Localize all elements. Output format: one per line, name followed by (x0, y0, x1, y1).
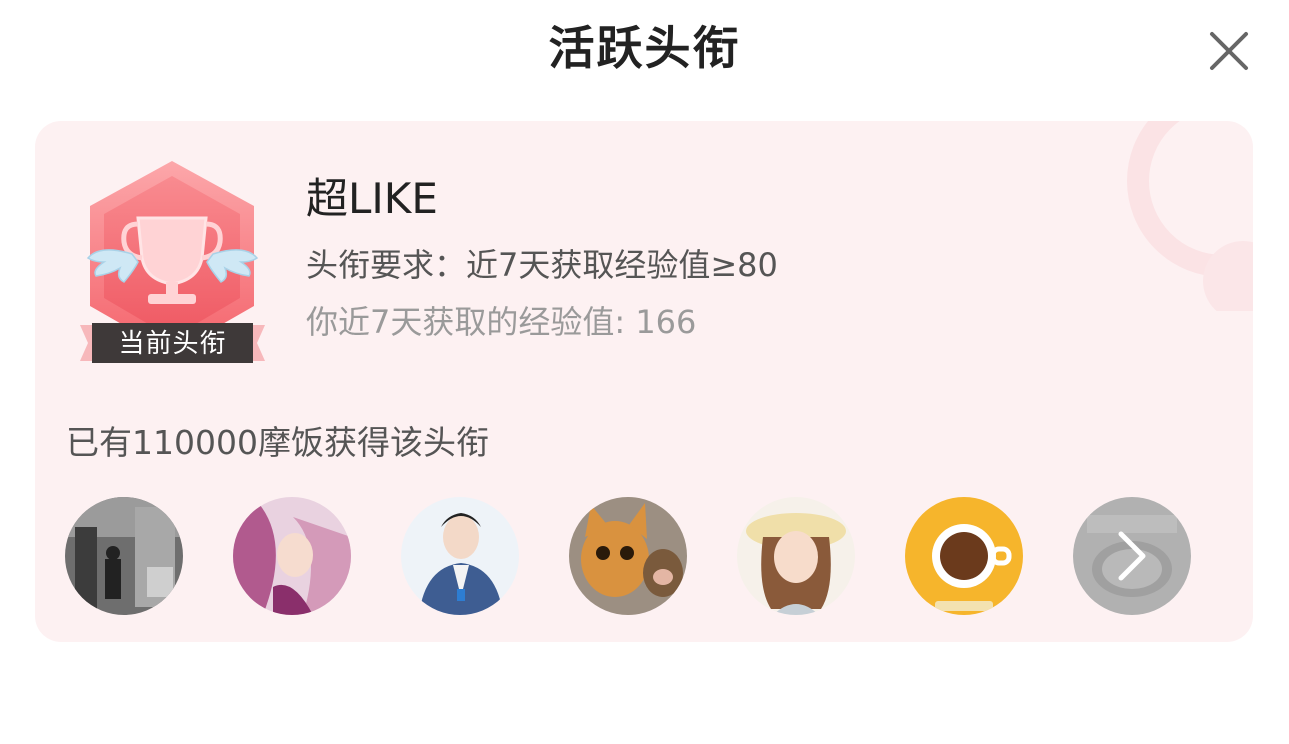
avatar[interactable] (737, 497, 855, 615)
avatar[interactable] (905, 497, 1023, 615)
avatar-more-button[interactable] (1073, 497, 1191, 615)
close-icon (1210, 32, 1248, 70)
title-name: 超LIKE (306, 174, 438, 223)
avatar[interactable] (401, 497, 519, 615)
card-decoration (1127, 121, 1253, 311)
avatar[interactable] (569, 497, 687, 615)
page-title: 活跃头衔 (548, 21, 741, 75)
title-card: 当前头衔 超LIKE 头衔要求：近7天获取经验值≥80 你近7天获取的经验值: … (35, 121, 1253, 642)
header: 活跃头衔 (0, 0, 1289, 100)
owner-avatar-list (65, 497, 1225, 615)
avatar[interactable] (65, 497, 183, 615)
title-detail-page: 活跃头衔 当前头衔 超LIKE 头衔要求：近7天获取经验值≥80 你近7天获取的… (0, 0, 1289, 744)
title-requirement: 头衔要求：近7天获取经验值≥80 (306, 246, 778, 284)
current-title-label: 当前头衔 (118, 329, 227, 359)
my-experience: 你近7天获取的经验值: 166 (306, 303, 697, 341)
avatar[interactable] (233, 497, 351, 615)
close-button[interactable] (1200, 22, 1258, 80)
chevron-right-icon (1118, 531, 1146, 581)
owners-count: 已有110000摩饭获得该头衔 (66, 423, 489, 462)
